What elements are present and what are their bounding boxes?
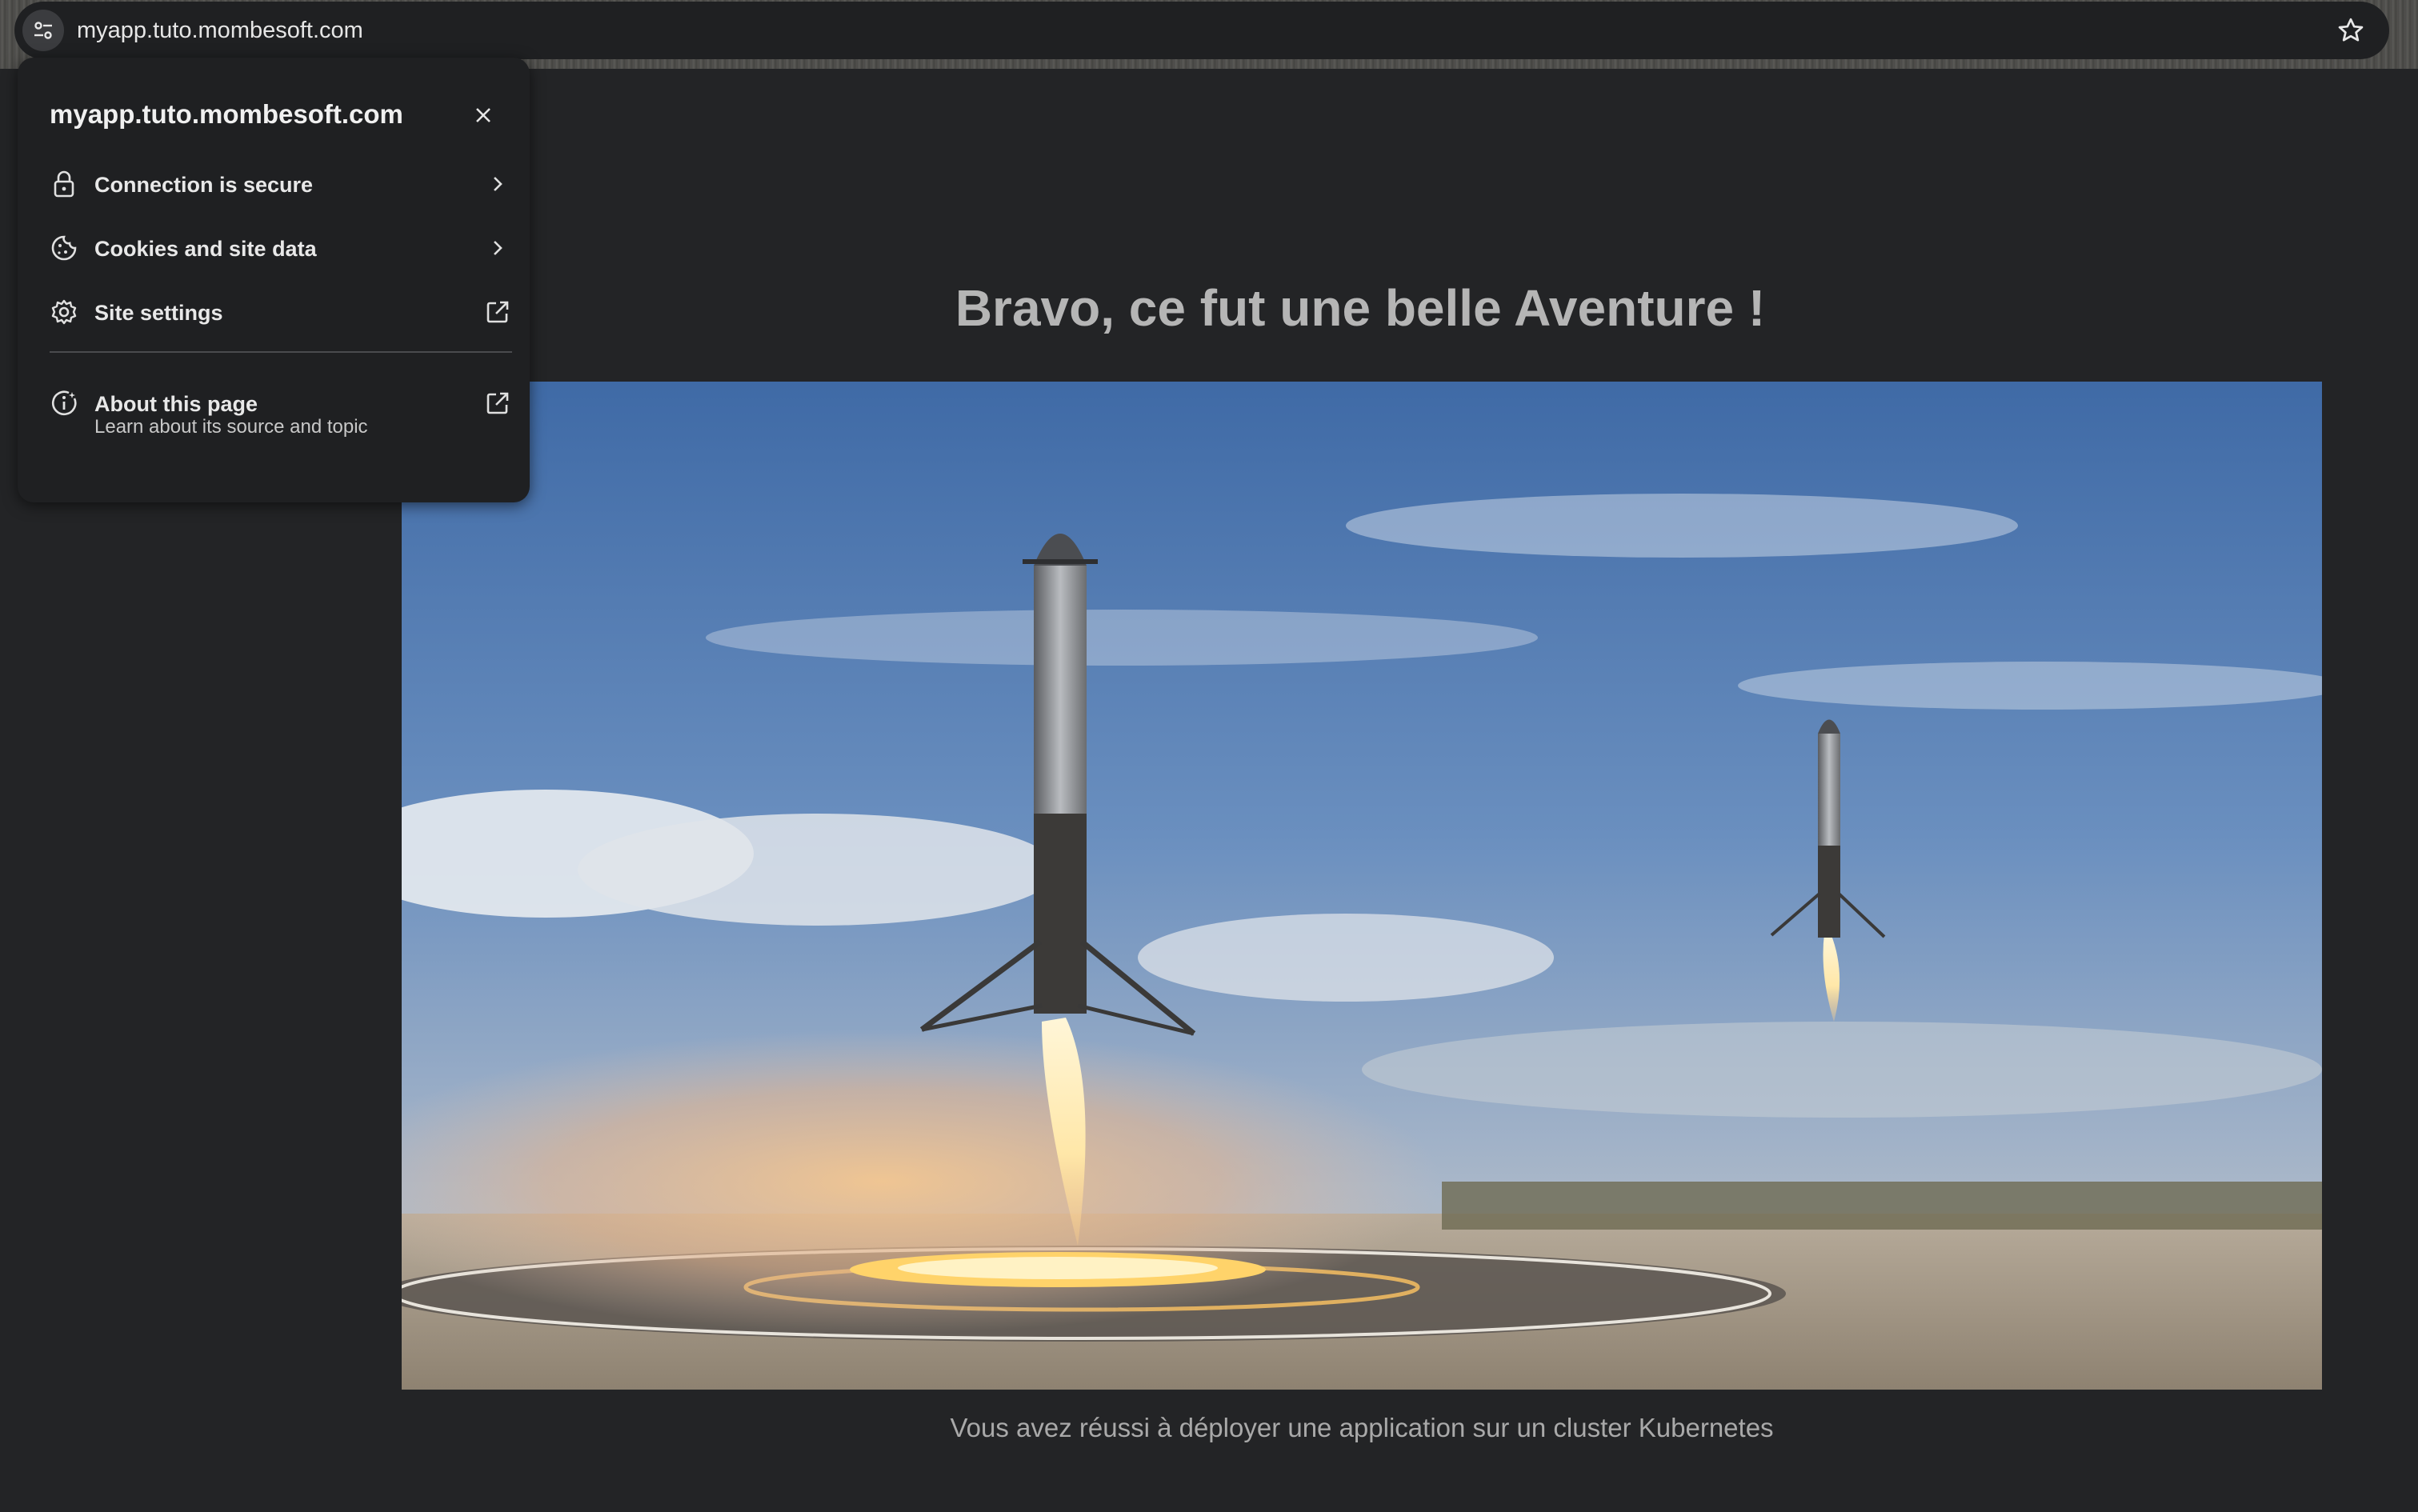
close-icon[interactable] — [467, 99, 499, 131]
external-link-icon — [486, 301, 509, 323]
about-this-page-sublabel: Learn about its source and topic — [94, 416, 368, 438]
popup-title: myapp.tuto.mombesoft.com — [50, 99, 403, 129]
site-info-popup: myapp.tuto.mombesoft.com Connection is s… — [18, 58, 530, 502]
about-this-page-label: About this page — [94, 392, 258, 416]
info-icon — [51, 390, 77, 416]
cookie-icon — [51, 235, 77, 261]
star-icon[interactable] — [2336, 16, 2365, 45]
connection-secure-label: Connection is secure — [94, 173, 314, 197]
chevron-right-icon — [494, 241, 502, 255]
url-text[interactable]: myapp.tuto.mombesoft.com — [77, 18, 363, 44]
site-settings-label: Site settings — [94, 301, 223, 325]
address-bar[interactable]: myapp.tuto.mombesoft.com — [14, 2, 2389, 59]
lock-icon — [54, 170, 74, 198]
tune-icon — [34, 22, 52, 39]
gear-icon — [51, 299, 77, 325]
rocket-landing-image — [402, 382, 2322, 1390]
external-link-icon — [486, 392, 509, 414]
popup-divider — [50, 351, 512, 353]
cookies-site-data-label: Cookies and site data — [94, 237, 317, 261]
connection-secure-item[interactable]: Connection is secure — [50, 158, 514, 210]
page-caption: Vous avez réussi à déployer une applicat… — [950, 1413, 1774, 1442]
cookies-site-data-item[interactable]: Cookies and site data — [50, 222, 514, 274]
site-info-button[interactable] — [22, 10, 64, 51]
site-settings-item[interactable]: Site settings — [50, 286, 514, 338]
chevron-right-icon — [494, 177, 502, 191]
